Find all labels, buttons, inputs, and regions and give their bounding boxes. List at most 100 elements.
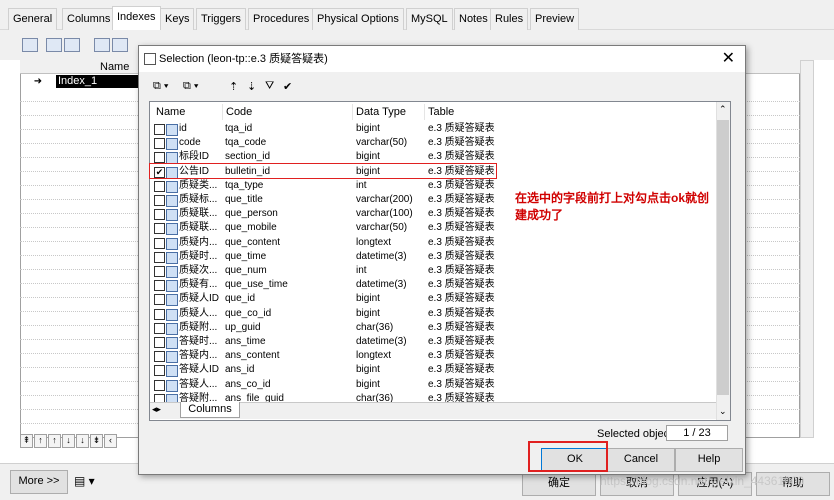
- list-item[interactable]: 答疑内... ans_content longtext e.3 质疑答疑表: [152, 349, 718, 364]
- row-checkbox[interactable]: [154, 280, 165, 292]
- tab-notes[interactable]: Notes: [454, 8, 493, 31]
- tab-keys[interactable]: Keys: [160, 8, 195, 31]
- down-icon[interactable]: ↓: [62, 434, 75, 448]
- list-item[interactable]: 质疑人ID que_id bigint e.3 质疑答疑表: [152, 292, 718, 307]
- more-button[interactable]: More >>: [10, 470, 68, 494]
- row-pointer-icon: ➜: [33, 76, 43, 87]
- help-button[interactable]: Help: [675, 448, 743, 472]
- list-item[interactable]: 质疑有... que_use_time datetime(3) e.3 质疑答疑表: [152, 278, 718, 293]
- list-item[interactable]: id tqa_id bigint e.3 质疑答疑表: [152, 122, 718, 136]
- move-up-icon[interactable]: ⇡: [229, 80, 238, 93]
- cell-code: que_use_time: [225, 279, 288, 291]
- row-checkbox[interactable]: [154, 365, 165, 377]
- add-row-icon[interactable]: [64, 38, 80, 52]
- list-item[interactable]: 答疑人ID ans_id bigint e.3 质疑答疑表: [152, 363, 718, 378]
- row-checkbox[interactable]: [154, 322, 165, 334]
- cell-type: datetime(3): [356, 279, 407, 291]
- cell-name: 答疑人...: [179, 378, 218, 390]
- cell-code: tqa_id: [225, 123, 253, 134]
- row-checkbox[interactable]: [154, 138, 165, 150]
- row-checkbox[interactable]: [154, 379, 165, 391]
- list-item[interactable]: code tqa_code varchar(50) e.3 质疑答疑表: [152, 136, 718, 151]
- column-icon: [166, 308, 178, 321]
- menu-dropdown-icon[interactable]: ▤ ▾: [74, 474, 95, 488]
- header-data-type[interactable]: Data Type: [352, 104, 425, 120]
- row-checkbox[interactable]: [154, 209, 165, 221]
- header-name[interactable]: Name: [152, 104, 223, 120]
- cell-table: e.3 质疑答疑表: [428, 208, 495, 220]
- properties-icon[interactable]: [22, 38, 38, 52]
- row-checkbox[interactable]: [154, 308, 165, 320]
- row-checkbox[interactable]: [154, 351, 165, 363]
- tab-physical-options[interactable]: Physical Options: [312, 8, 404, 31]
- list-item[interactable]: 答疑人... ans_co_id bigint e.3 质疑答疑表: [152, 378, 718, 392]
- cell-code: que_co_id: [225, 307, 272, 319]
- move-down-icon[interactable]: ⇣: [247, 80, 256, 93]
- tab-columns[interactable]: Columns: [180, 402, 240, 418]
- header-table[interactable]: Table: [424, 104, 568, 120]
- cell-type: bigint: [356, 307, 380, 319]
- row-checkbox[interactable]: [154, 180, 165, 192]
- cell-type: varchar(50): [356, 222, 408, 234]
- filter-icon[interactable]: ⛛: [265, 80, 274, 93]
- row-checkbox[interactable]: [154, 294, 165, 306]
- column-icon: [166, 266, 178, 278]
- tab-general[interactable]: General: [8, 8, 58, 31]
- row-checkbox[interactable]: [154, 223, 165, 235]
- cell-name: id: [179, 123, 187, 134]
- scroll-left-icon[interactable]: ‹: [104, 434, 117, 448]
- insert-row-icon[interactable]: [46, 38, 62, 52]
- list-item[interactable]: 质疑人... que_co_id bigint e.3 质疑答疑表: [152, 307, 718, 321]
- row-checkbox[interactable]: [154, 266, 165, 277]
- up-icon[interactable]: ↑: [48, 434, 61, 448]
- cell-name: 质疑人ID: [179, 293, 219, 305]
- close-icon[interactable]: ✕: [722, 48, 735, 70]
- select-all-icon[interactable]: ⧉ ▾: [153, 80, 169, 93]
- scroll-up-icon[interactable]: ⌃: [719, 104, 727, 115]
- row-checkbox[interactable]: [154, 195, 165, 206]
- row-checkbox[interactable]: [154, 124, 165, 135]
- tab-rules[interactable]: Rules: [490, 8, 529, 31]
- tab-columns[interactable]: Columns: [62, 8, 116, 31]
- tab-preview[interactable]: Preview: [530, 8, 580, 31]
- row-checkbox[interactable]: [154, 152, 165, 164]
- row-checkbox[interactable]: [154, 237, 165, 249]
- list-item[interactable]: 质疑附... up_guid char(36) e.3 质疑答疑表: [152, 321, 718, 335]
- list-item[interactable]: 答疑时... ans_time datetime(3) e.3 质疑答疑表: [152, 335, 718, 349]
- confirm-button[interactable]: 确定: [522, 472, 596, 496]
- grid-vscroll[interactable]: [800, 60, 814, 438]
- cell-name: 质疑附...: [179, 321, 218, 333]
- row-checkbox[interactable]: [154, 251, 165, 263]
- scroll-left-icon[interactable]: ◂▸: [152, 404, 161, 415]
- first-icon[interactable]: ⇞: [20, 434, 33, 448]
- deselect-icon[interactable]: ⧉ ▾: [183, 80, 199, 93]
- tab-mysql[interactable]: MySQL: [406, 8, 453, 31]
- copy-icon[interactable]: [112, 38, 128, 52]
- cancel-button[interactable]: Cancel: [607, 448, 675, 472]
- tab-procedures[interactable]: Procedures: [248, 8, 315, 31]
- cell-name: 答疑时...: [179, 336, 218, 347]
- cell-type: longtext: [356, 350, 392, 362]
- tab-triggers[interactable]: Triggers: [196, 8, 246, 31]
- header-code[interactable]: Code: [222, 104, 353, 120]
- scroll-down-icon[interactable]: ⌄: [719, 406, 727, 417]
- cut-icon[interactable]: [94, 38, 110, 52]
- grid-nav-buttons: ⇞ ↑ ↑ ↓ ↓ ⇟ ‹: [20, 434, 120, 450]
- cell-code: ans_id: [225, 364, 255, 376]
- last-icon[interactable]: ⇟: [90, 434, 103, 448]
- cell-code: que_content: [225, 236, 281, 248]
- cell-table: e.3 质疑答疑表: [428, 378, 495, 390]
- list-item[interactable]: 质疑内... que_content longtext e.3 质疑答疑表: [152, 236, 718, 250]
- cell-name: 答疑人ID: [179, 364, 219, 376]
- cell-type: bigint: [356, 364, 380, 376]
- list-item[interactable]: 质疑次... que_num int e.3 质疑答疑表: [152, 264, 718, 278]
- row-checkbox[interactable]: [154, 337, 165, 348]
- up-page-icon[interactable]: ↑: [34, 434, 47, 448]
- tab-indexes[interactable]: Indexes: [112, 6, 161, 32]
- scroll-thumb[interactable]: [717, 120, 729, 395]
- cell-code: que_id: [225, 293, 256, 305]
- list-item[interactable]: 质疑时... que_time datetime(3) e.3 质疑答疑表: [152, 250, 718, 264]
- check-all-icon[interactable]: ✔: [283, 80, 292, 93]
- down-page-icon[interactable]: ↓: [76, 434, 89, 448]
- column-icon: [166, 138, 178, 151]
